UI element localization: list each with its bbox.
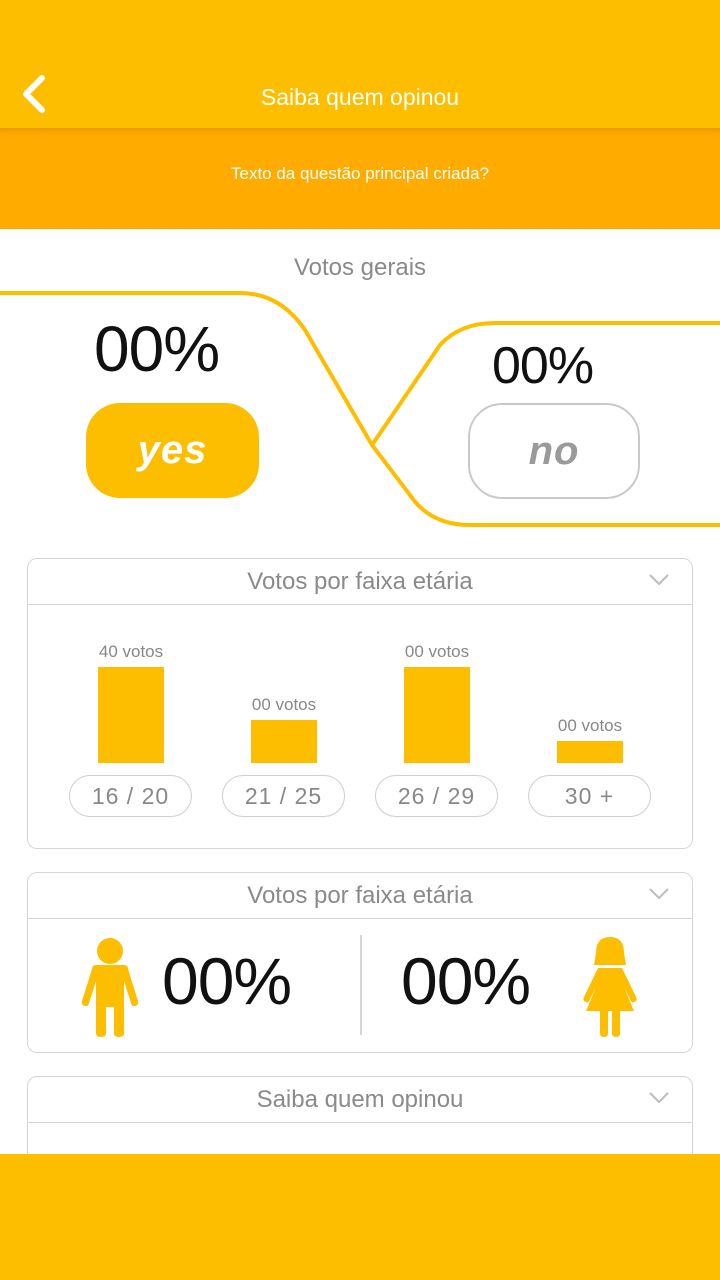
no-label: no [528,428,580,473]
yes-percent: 00% [94,313,220,385]
gender-body: 00% 00% [28,919,692,1051]
age-bar-value-label: 00 votos [405,642,469,661]
age-range-pill[interactable]: 30 + [528,775,651,817]
gender-card-title: Votos por faixa etária [247,882,473,909]
gender-votes-card: Votos por faixa etária 00% 00% [27,872,693,1053]
age-bar-chart: 40 votos 00 votos 00 votos 00 votos [98,642,623,763]
age-bar-2 [251,720,317,763]
question-banner: Texto da questão principal criada? [0,128,720,229]
chevron-down-icon [649,574,669,586]
who-card-header[interactable]: Saiba quem opinou [28,1077,692,1123]
age-range-pill[interactable]: 16 / 20 [69,775,192,817]
age-bar-value-label: 40 votos [99,642,163,661]
age-bar-4 [557,741,623,763]
gender-divider [360,935,362,1035]
age-votes-card: Votos por faixa etária 40 votos 00 votos 0… [27,558,693,849]
age-bar-value-label: 00 votos [252,695,316,714]
age-card-title: Votos por faixa etária [247,568,473,595]
age-bar-value-label: 00 votos [558,716,622,735]
age-range-pill[interactable]: 21 / 25 [222,775,345,817]
chevron-down-icon [649,1092,669,1104]
age-card-header[interactable]: Votos por faixa etária [28,559,692,605]
top-bar: Saiba quem opinou [0,0,720,128]
chevron-down-icon [649,888,669,900]
yes-button[interactable]: yes [86,403,259,498]
page-title: Saiba quem opinou [260,84,460,110]
question-text: Texto da questão principal criada? [231,164,489,183]
age-range-pill[interactable]: 26 / 29 [375,775,498,817]
no-button[interactable]: no [468,403,640,499]
footer-bar [0,1154,720,1280]
yes-label: yes [137,428,208,472]
overall-votes-label: Votos gerais [293,254,427,281]
gender-card-header[interactable]: Votos por faixa etária [28,873,692,919]
female-percent: 00% [401,944,531,1018]
age-bar-1 [98,667,164,763]
female-person-icon [583,937,637,1037]
no-percent: 00% [492,337,594,395]
who-card-title: Saiba quem opinou [256,1086,464,1113]
age-bar-3 [404,667,470,763]
male-person-icon [81,938,139,1037]
male-percent: 00% [162,944,292,1018]
